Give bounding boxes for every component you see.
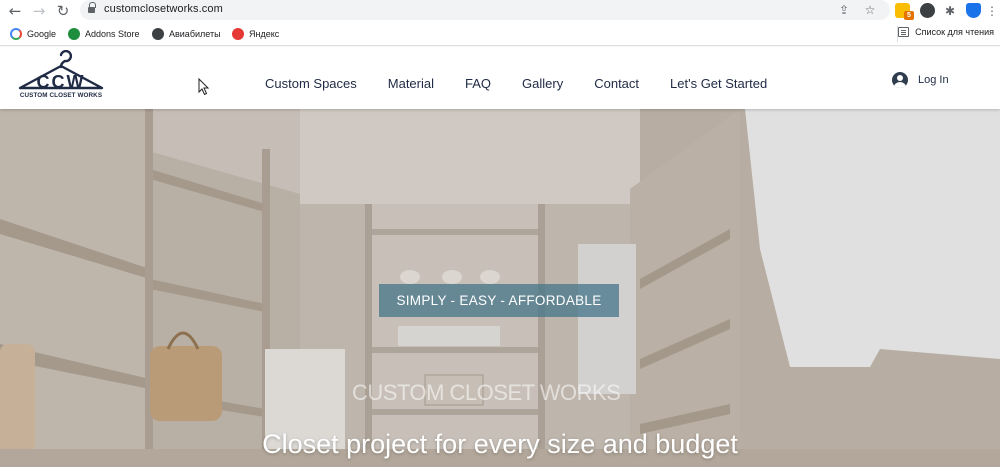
login-label: Log In	[918, 74, 949, 86]
login-button[interactable]: Log In	[892, 72, 949, 88]
nav-material[interactable]: Material	[388, 76, 434, 91]
main-nav: Custom Spaces Material FAQ Gallery Conta…	[265, 76, 798, 91]
bookmark-google[interactable]: Google	[10, 27, 56, 41]
tagline-banner: SIMPLY - EASY - AFFORDABLE	[379, 284, 619, 317]
nav-contact[interactable]: Contact	[594, 76, 639, 91]
site-logo[interactable]: CCW CUSTOM CLOSET WORKS	[14, 50, 108, 104]
nav-lets-get-started[interactable]: Let's Get Started	[670, 76, 767, 91]
tagline-text: SIMPLY - EASY - AFFORDABLE	[396, 293, 602, 308]
nav-faq[interactable]: FAQ	[465, 76, 491, 91]
shield-extension-icon[interactable]	[920, 3, 935, 18]
reload-icon[interactable]: ↻	[54, 2, 72, 20]
browser-toolbar: ← → ↻ customclosetworks.com ⇪ ☆ 5 ✱ ⋮	[0, 0, 1000, 22]
menu-dots-icon[interactable]: ⋮	[984, 3, 1000, 19]
bookmark-aviabilety[interactable]: Авиабилеты	[152, 27, 221, 41]
user-avatar-icon	[892, 72, 908, 88]
google-icon	[10, 28, 22, 40]
bookmark-yandex[interactable]: Яндекс	[232, 27, 279, 41]
logo-monogram: CCW	[36, 72, 86, 92]
bookmarks-bar: Google Addons Store Авиабилеты Яндекс Сп…	[0, 22, 1000, 46]
bookmark-label: Авиабилеты	[169, 29, 221, 39]
yandex-icon	[232, 28, 244, 40]
bookmark-star-icon[interactable]: ☆	[862, 2, 878, 18]
back-icon[interactable]: ←	[6, 2, 24, 20]
site-header: CCW CUSTOM CLOSET WORKS Custom Spaces Ma…	[0, 47, 1000, 109]
bookmark-label: Яндекс	[249, 29, 280, 39]
mouse-cursor-icon	[198, 78, 210, 96]
bookmark-label: Addons Store	[85, 29, 140, 39]
hero-section: SIMPLY - EASY - AFFORDABLE CUSTOM CLOSET…	[0, 109, 1000, 467]
lock-icon	[88, 2, 96, 14]
puzzle-icon[interactable]: ✱	[942, 3, 958, 19]
addons-store-icon	[68, 28, 80, 40]
share-icon[interactable]: ⇪	[836, 2, 852, 18]
bookmark-addons-store[interactable]: Addons Store	[68, 27, 140, 41]
extension-badge: 5	[904, 11, 914, 20]
reading-list-icon	[898, 27, 910, 37]
forward-icon[interactable]: →	[30, 2, 48, 20]
reading-list-button[interactable]: Список для чтения	[898, 27, 994, 37]
logo-watermark: CUSTOM CLOSET WORKS	[352, 380, 621, 405]
url-text: customclosetworks.com	[104, 3, 223, 15]
address-bar[interactable]: customclosetworks.com ⇪ ☆	[80, 0, 890, 20]
aviabilety-icon	[152, 28, 164, 40]
nav-gallery[interactable]: Gallery	[522, 76, 563, 91]
bookmark-label: Google	[27, 29, 57, 39]
reading-list-label: Список для чтения	[915, 27, 994, 37]
logo-wordmark: CUSTOM CLOSET WORKS	[19, 92, 103, 99]
security-extension-icon[interactable]	[966, 3, 981, 18]
nav-custom-spaces[interactable]: Custom Spaces	[265, 76, 357, 91]
hero-headline: Closet project for every size and budget	[262, 429, 738, 459]
